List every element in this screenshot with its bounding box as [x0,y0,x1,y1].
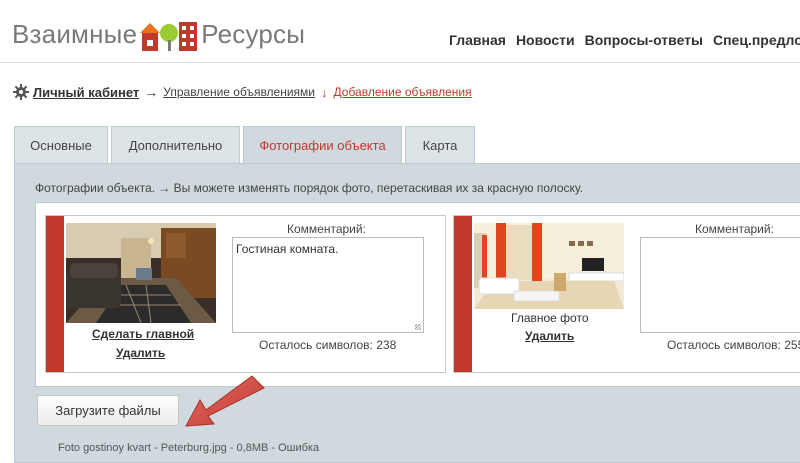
logo-houses-icon [139,16,199,52]
photo-thumbnail [474,223,624,323]
comment-text: Гостиная комната. [236,242,339,256]
logo-text-right: Ресурсы [201,18,306,49]
chars-left-counter: Осталось символов: 238 [259,338,397,352]
breadcrumb: Личный кабинет → Управление объявлениями… [13,84,472,100]
tab-map[interactable]: Карта [405,126,475,163]
logo-text-left: Взаимные [12,18,138,49]
tab-bar: Основные Дополнительно Фотографии объект… [14,126,478,164]
delete-photo-link[interactable]: Удалить [116,346,165,360]
site-logo[interactable]: Взаимные Ресурсы [12,14,305,54]
make-main-photo-link[interactable]: Сделать главной [92,327,194,341]
breadcrumb-down-arrow: ↓ [321,84,328,100]
upload-file-item: Foto gostinoy kvart - Peterburg.jpg - 0,… [58,442,320,454]
drag-handle[interactable] [454,216,472,372]
main-nav: Главная Новости Вопросы-ответы Спец.пред… [449,32,800,48]
resize-grip-icon[interactable] [415,324,421,330]
main-photo-caption: Главное фото [511,311,589,325]
chars-left-counter: Осталось символов: 255 [667,338,800,352]
tab-main[interactable]: Основные [14,126,108,163]
nav-home[interactable]: Главная [449,32,506,48]
photo-thumbnail [66,223,216,323]
tab-photos[interactable]: Фотографии объекта [243,126,402,164]
upload-files-button[interactable]: Загрузите файлы [37,395,179,426]
comment-textarea[interactable] [640,237,800,333]
photo-card: Главное фото Удалить Комментарий: Остало… [453,215,800,373]
comment-textarea[interactable]: Гостиная комната. [232,237,424,333]
breadcrumb-add-link[interactable]: Добавление объявления [334,85,472,99]
drag-handle[interactable] [46,216,64,372]
comment-label: Комментарий: [695,222,774,236]
photo-card: Сделать главной Удалить Комментарий: Гос… [45,215,446,373]
pointer-arrow-icon [180,372,270,437]
panel-instruction: Фотографии объекта. → Вы можете изменять… [35,181,584,195]
nav-news[interactable]: Новости [516,32,575,48]
delete-photo-link[interactable]: Удалить [525,329,574,343]
breadcrumb-arrow: → [144,84,159,100]
gear-icon [13,84,29,100]
header-divider [0,62,800,63]
nav-faq[interactable]: Вопросы-ответы [585,32,703,48]
breadcrumb-cabinet-link[interactable]: Личный кабинет [33,85,139,100]
nav-special-offers[interactable]: Спец.предло [713,32,800,48]
comment-label: Комментарий: [287,222,366,236]
tab-additional[interactable]: Дополнительно [111,126,240,163]
breadcrumb-manage-link[interactable]: Управление объявлениями [163,85,315,99]
